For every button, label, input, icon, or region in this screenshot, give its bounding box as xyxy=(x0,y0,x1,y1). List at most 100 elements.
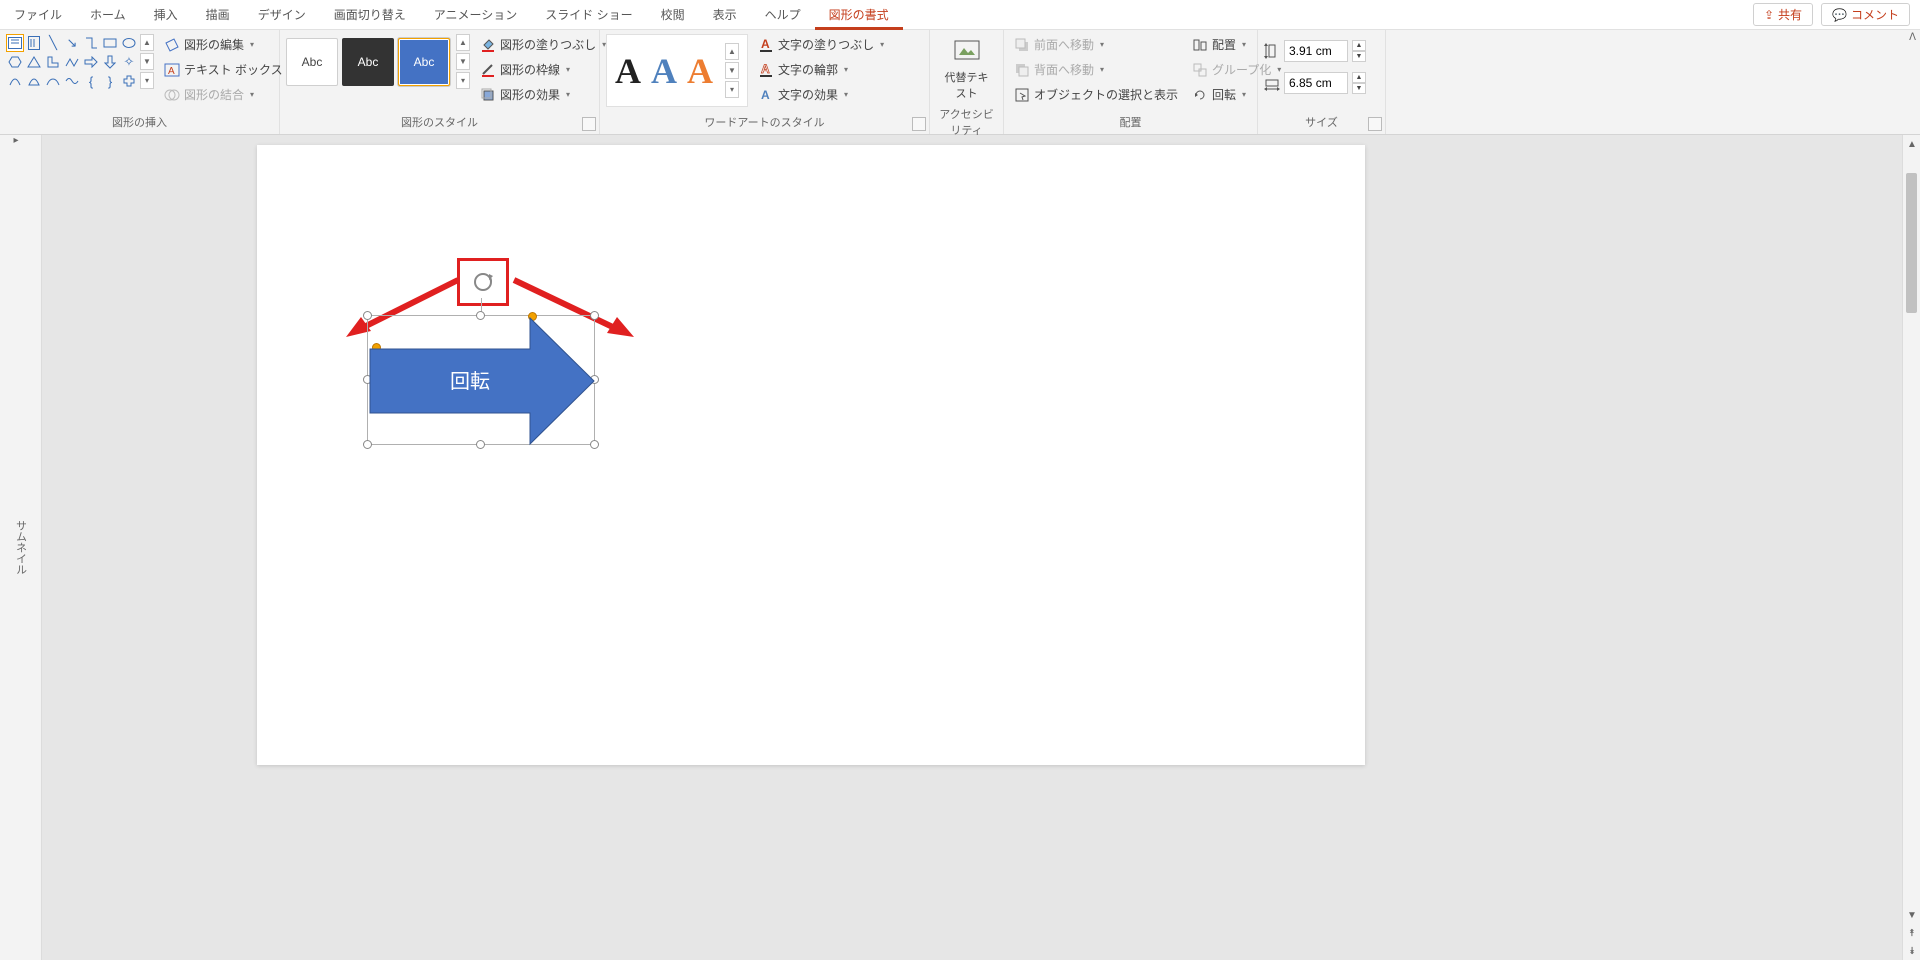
shape-arrow-d-icon[interactable] xyxy=(101,53,119,71)
thumbnail-pane-collapsed[interactable]: ▸ サムネイル xyxy=(0,135,42,960)
svg-text:A: A xyxy=(168,66,175,77)
prev-slide-button[interactable]: ⯭ xyxy=(1903,924,1920,942)
text-effects-icon: A xyxy=(758,87,774,103)
tab-shape-format[interactable]: 図形の書式 xyxy=(815,0,903,30)
tab-insert[interactable]: 挿入 xyxy=(140,0,192,30)
shape-brace-l-icon[interactable]: { xyxy=(82,72,100,90)
shape-arrowline-icon[interactable]: ↘ xyxy=(63,34,81,52)
edit-shape-icon xyxy=(164,37,180,53)
shape-rect-icon[interactable] xyxy=(101,34,119,52)
tab-home[interactable]: ホーム xyxy=(76,0,140,30)
group-label: ワードアートのスタイル xyxy=(606,112,923,134)
comments-button[interactable]: 💬コメント xyxy=(1821,3,1910,26)
shape-width-input[interactable] xyxy=(1284,72,1348,94)
wa-scroll-down[interactable]: ▼ xyxy=(725,62,739,79)
text-effects-button[interactable]: A文字の効果▾ xyxy=(754,84,888,105)
width-down[interactable]: ▼ xyxy=(1352,83,1366,94)
slide[interactable]: 回転 xyxy=(257,145,1365,765)
shape-zigzag-icon[interactable] xyxy=(63,53,81,71)
text-outline-button[interactable]: A文字の輪郭▾ xyxy=(754,59,888,80)
editor-area: ▸ サムネイル xyxy=(0,135,1920,960)
shape-curve-icon[interactable] xyxy=(44,72,62,90)
collapse-ribbon-button[interactable]: ᐱ xyxy=(1907,30,1918,45)
tab-view[interactable]: 表示 xyxy=(699,0,751,30)
group-arrange: 前面へ移動▾ 背面へ移動▾ オブジェクトの選択と表示 配置▾ グループ化▾ 回転… xyxy=(1004,30,1258,134)
expand-thumbnails-icon[interactable]: ▸ xyxy=(14,135,28,149)
arrow-shape[interactable]: 回転 xyxy=(368,316,596,446)
scroll-down-button[interactable]: ▼ xyxy=(1903,906,1920,924)
shape-arrow-r-icon[interactable] xyxy=(82,53,100,71)
shape-plus-icon[interactable] xyxy=(120,72,138,90)
shape-oval-icon[interactable] xyxy=(120,34,138,52)
tab-review[interactable]: 校閲 xyxy=(647,0,699,30)
ribbon: ╲ ↘ ✧ { } xyxy=(0,30,1920,135)
wordart-thumb-3[interactable]: A xyxy=(687,50,713,92)
selected-shape-bounding-box[interactable]: 回転 xyxy=(367,315,595,445)
width-up[interactable]: ▲ xyxy=(1352,72,1366,83)
tab-file[interactable]: ファイル xyxy=(0,0,76,30)
edit-shape-button[interactable]: 図形の編集▾ xyxy=(160,34,297,55)
shape-triangle-icon[interactable] xyxy=(25,53,43,71)
tab-animations[interactable]: アニメーション xyxy=(420,0,532,30)
shape-height-input[interactable] xyxy=(1284,40,1348,62)
tab-transitions[interactable]: 画面切り替え xyxy=(320,0,420,30)
tab-slideshow[interactable]: スライド ショー xyxy=(531,0,646,30)
wa-more[interactable]: ▾ xyxy=(725,81,739,98)
shape-arc-icon[interactable] xyxy=(6,72,24,90)
shape-chord-icon[interactable] xyxy=(25,72,43,90)
height-icon xyxy=(1264,43,1280,59)
style-thumb-3[interactable]: Abc xyxy=(398,38,450,86)
tab-draw[interactable]: 描画 xyxy=(192,0,244,30)
share-button[interactable]: ⇪共有 xyxy=(1753,3,1813,26)
style-thumb-1[interactable]: Abc xyxy=(286,38,338,86)
height-down[interactable]: ▼ xyxy=(1352,51,1366,62)
tab-help[interactable]: ヘルプ xyxy=(751,0,815,30)
next-slide-button[interactable]: ⯯ xyxy=(1903,942,1920,960)
group-icon xyxy=(1192,62,1208,78)
text-outline-icon: A xyxy=(758,62,774,78)
vertical-scrollbar[interactable]: ▲ ▼ ⯭ ⯯ xyxy=(1902,135,1920,960)
size-launcher[interactable] xyxy=(1368,117,1382,131)
shape-lshape-icon[interactable] xyxy=(44,53,62,71)
style-scroll-up[interactable]: ▲ xyxy=(456,34,470,51)
alt-text-button[interactable]: 代替テキスト xyxy=(945,34,989,104)
scroll-thumb[interactable] xyxy=(1906,173,1917,313)
shape-fill-button[interactable]: 図形の塗りつぶし▾ xyxy=(476,34,610,55)
selection-pane-button[interactable]: オブジェクトの選択と表示 xyxy=(1010,84,1182,105)
shape-connector-icon[interactable] xyxy=(82,34,100,52)
shape-wave-icon[interactable] xyxy=(63,72,81,90)
gallery-scroll-up[interactable]: ▲ xyxy=(140,34,154,51)
wordart-launcher[interactable] xyxy=(912,117,926,131)
svg-text:A: A xyxy=(761,37,770,51)
height-up[interactable]: ▲ xyxy=(1352,40,1366,51)
shape-textbox-v-icon[interactable] xyxy=(25,34,43,52)
shape-brace-r-icon[interactable]: } xyxy=(101,72,119,90)
shape-star-icon[interactable]: ✧ xyxy=(120,53,138,71)
text-box-button[interactable]: Aテキスト ボックス▾ xyxy=(160,59,297,80)
style-scroll-down[interactable]: ▼ xyxy=(456,53,470,70)
shape-outline-button[interactable]: 図形の枠線▾ xyxy=(476,59,610,80)
shape-textbox-h-icon[interactable] xyxy=(6,34,24,52)
scroll-up-button[interactable]: ▲ xyxy=(1903,135,1920,153)
gallery-scroll-down[interactable]: ▼ xyxy=(140,53,154,70)
style-thumb-2[interactable]: Abc xyxy=(342,38,394,86)
wordart-thumb-2[interactable]: A xyxy=(651,50,677,92)
shape-styles-launcher[interactable] xyxy=(582,117,596,131)
share-icon: ⇪ xyxy=(1764,8,1774,22)
bring-forward-icon xyxy=(1014,37,1030,53)
alt-text-icon xyxy=(953,37,981,65)
send-backward-icon xyxy=(1014,62,1030,78)
text-fill-button[interactable]: A文字の塗りつぶし▾ xyxy=(754,34,888,55)
gallery-more[interactable]: ▾ xyxy=(140,72,154,89)
wordart-thumb-1[interactable]: A xyxy=(615,50,641,92)
shape-hexagon-icon[interactable] xyxy=(6,53,24,71)
rotate-icon xyxy=(1192,87,1208,103)
thumbnail-pane-label: サムネイル xyxy=(13,520,29,575)
shape-line-icon[interactable]: ╲ xyxy=(44,34,62,52)
tab-design[interactable]: デザイン xyxy=(244,0,320,30)
style-more[interactable]: ▾ xyxy=(456,72,470,89)
wa-scroll-up[interactable]: ▲ xyxy=(725,43,739,60)
slide-canvas-area[interactable]: 回転 ▲ ▼ ⯭ ⯯ xyxy=(42,135,1920,960)
shapes-gallery[interactable]: ╲ ↘ ✧ { } xyxy=(6,34,138,90)
shape-effects-button[interactable]: 図形の効果▾ xyxy=(476,84,610,105)
